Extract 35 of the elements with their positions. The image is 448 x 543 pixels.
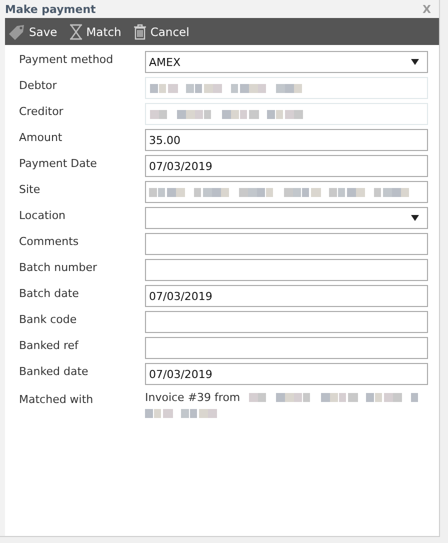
field-label: Banked date [19,364,90,378]
field-label: Matched with [19,392,94,406]
toolbar-button[interactable]: Cancel [133,24,190,40]
field-label: Batch date [19,286,80,300]
window-title: Make payment [5,2,96,16]
input-field[interactable]: 35.00 [145,129,428,151]
input-field[interactable] [145,337,428,359]
hourglass-icon [69,24,84,40]
matched-invoice-text: Invoice #39 from [145,391,240,404]
field-label: Comments [19,234,80,248]
caret-icon [411,59,419,65]
caret-icon [411,215,419,221]
input-field[interactable]: 07/03/2019 [145,285,428,307]
field-label: Location [19,208,67,222]
toolbar-button[interactable]: Save [8,24,58,40]
input-field[interactable] [145,233,428,255]
field-label: Debtor [19,78,58,92]
input-field[interactable]: 07/03/2019 [145,363,428,385]
dropdown-field[interactable] [145,207,428,229]
field-label: Banked ref [19,338,80,352]
dropdown-field[interactable]: AMEX [145,51,428,73]
input-field[interactable]: 07/03/2019 [145,155,428,177]
field-label: Bank code [19,312,78,326]
tag-icon [8,24,26,40]
field-label: Site [19,182,42,196]
field-label: Batch number [19,260,98,274]
input-field[interactable] [145,259,428,281]
toolbar-button[interactable]: Match [69,24,122,40]
field-label: Amount [19,130,64,144]
field-label: Creditor [19,104,64,118]
field-label: Payment method [19,52,114,66]
input-field[interactable] [145,311,428,333]
input-field[interactable] [145,181,428,203]
field-label: Payment Date [19,156,98,170]
trash-icon [133,24,148,40]
